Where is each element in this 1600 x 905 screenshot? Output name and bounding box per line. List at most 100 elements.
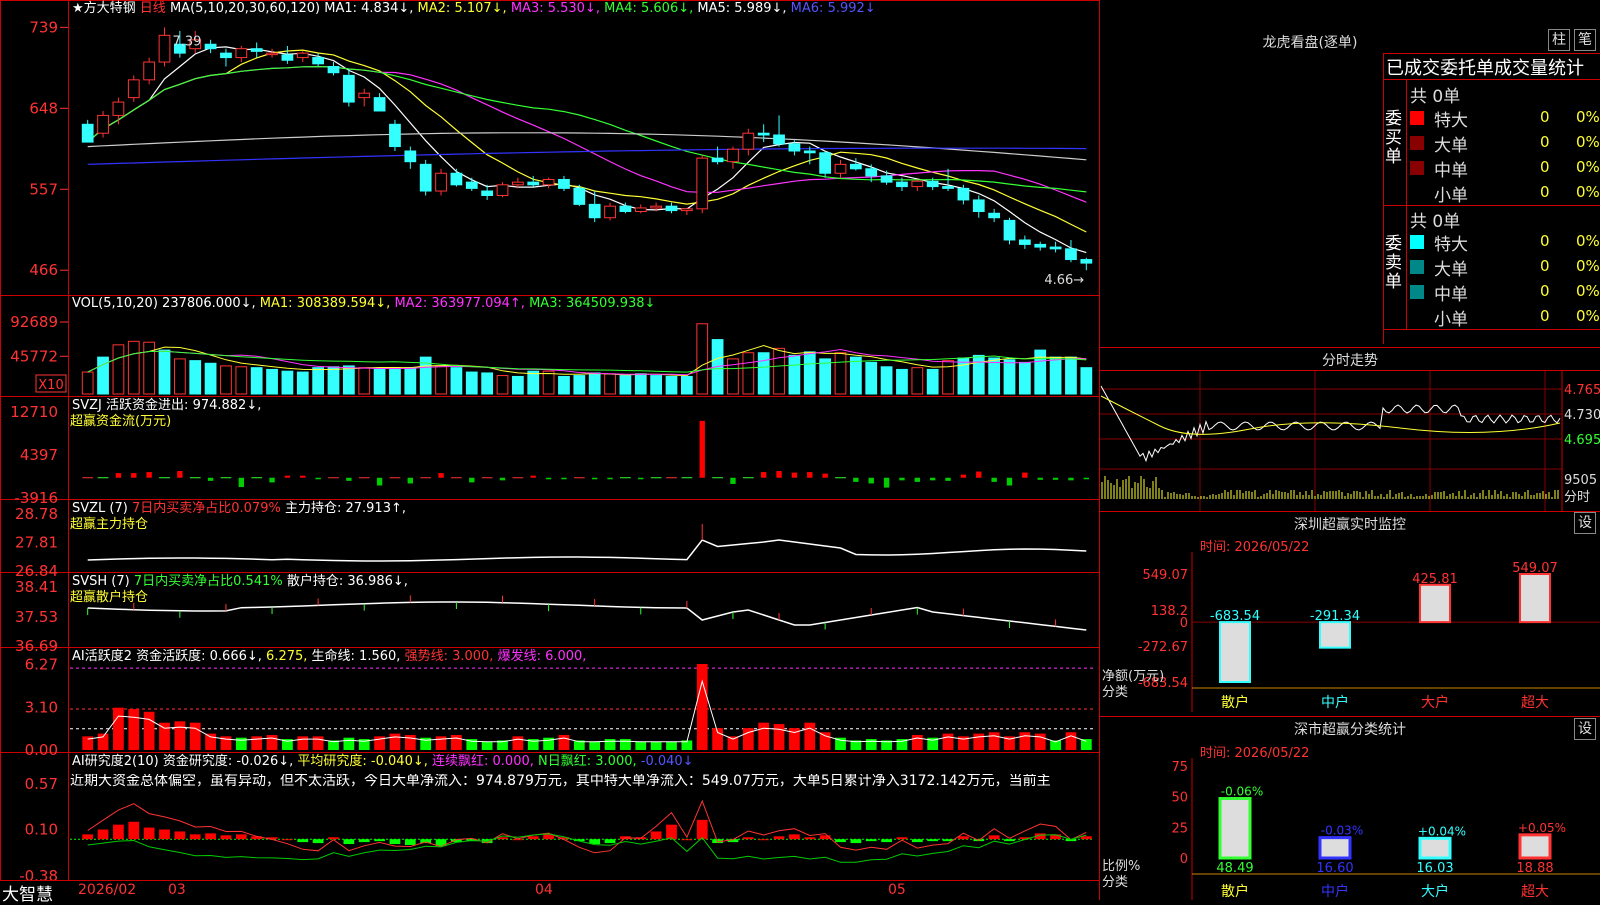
svzl-name: SVZL (7) xyxy=(72,501,128,516)
high-price-label: 7.39 xyxy=(173,34,202,49)
svzj-bar xyxy=(899,478,904,481)
research-bar xyxy=(343,839,354,844)
candle-body xyxy=(466,182,477,188)
research-header: AI研究度2(10) 资金研究度: -0.026↓, 平均研究度: -0.040… xyxy=(72,754,694,769)
svsh-name: SVSH (7) xyxy=(72,574,130,589)
svzj-bar xyxy=(438,473,443,478)
volume-bar xyxy=(359,368,370,394)
svzl-value: 主力持仓: 27.913↑, xyxy=(285,501,406,516)
sell-row-count: 0 xyxy=(1540,232,1550,250)
vol-axis-label: 45772 xyxy=(10,347,58,365)
volume-bar xyxy=(159,350,170,394)
research-bar xyxy=(174,831,185,839)
retail-position-line xyxy=(88,602,1087,630)
buy-row-label: 特大 xyxy=(1434,106,1468,131)
monitor-bar xyxy=(1420,585,1450,622)
svzl-header: SVZL (7) 7日内买卖净占比0.079% 主力持仓: 27.913↑, xyxy=(72,501,406,516)
sell-color-swatch xyxy=(1410,260,1424,274)
vol-value: 237806.000↓, xyxy=(162,296,256,311)
svzj-bar xyxy=(792,473,797,478)
activity-bar xyxy=(390,734,401,750)
buy-row-count: 0 xyxy=(1540,183,1550,201)
candle-body xyxy=(282,55,293,60)
stats-unit-label: 比例% xyxy=(1102,859,1140,874)
svzj-bar xyxy=(730,478,735,484)
stock-title[interactable]: ★方大特钢 xyxy=(72,1,136,16)
research-comment: 近期大资金总体偏空，虽有异动，但不太活跃，今日大单净流入：974.879万元，其… xyxy=(70,774,1098,789)
minute-unit-label: 分时 xyxy=(1564,490,1590,505)
svzj-bar xyxy=(853,478,858,482)
candle-body xyxy=(497,185,508,196)
svzj-bar xyxy=(116,473,121,478)
svzj-axis-label: 12710 xyxy=(10,403,58,421)
svzj-bar xyxy=(761,472,766,478)
candle-body xyxy=(205,44,216,48)
candle-body xyxy=(436,173,447,191)
activity-bar xyxy=(651,742,662,750)
svzj-bar xyxy=(976,472,981,478)
ai-t2: 6.275, xyxy=(266,649,307,664)
buy-total: 共 0单 xyxy=(1410,82,1460,107)
minute-price-mid: 4.730 xyxy=(1564,408,1600,423)
candle-body xyxy=(973,200,984,212)
ai-t3: 生命线: 1.560, xyxy=(312,649,401,664)
volume-bar xyxy=(328,367,339,394)
sell-row-label: 中单 xyxy=(1434,280,1468,305)
svzj-bar xyxy=(991,478,996,482)
candle-body xyxy=(267,53,278,55)
research-red-line xyxy=(88,801,1087,853)
research-bar xyxy=(405,839,416,845)
research-bar xyxy=(82,834,93,839)
research-bar xyxy=(697,820,708,839)
brand-label: 大智慧 xyxy=(2,880,53,905)
stats-bar xyxy=(1220,799,1250,858)
monitor-bar xyxy=(1320,622,1350,648)
candle-body xyxy=(343,75,354,102)
research-bar xyxy=(927,839,938,841)
sell-color-swatch xyxy=(1410,235,1424,249)
minute-chart[interactable]: 4.765 4.730 4.695 9505 分时 xyxy=(1100,371,1600,511)
activity-bar xyxy=(113,708,124,750)
buy-row-pct: 0% xyxy=(1576,183,1600,201)
activity-bar xyxy=(1019,732,1030,750)
volume-bar xyxy=(205,363,216,394)
svzj-bar xyxy=(1007,478,1012,486)
volume-bar xyxy=(927,369,938,394)
svzj-bar xyxy=(884,478,889,488)
tick-mode-button[interactable]: 笔 xyxy=(1574,29,1596,51)
monitor-chart: 549.07138.20-272.67-683.54-683.54散户-291.… xyxy=(1100,552,1600,712)
candle-body xyxy=(635,208,646,212)
svzj-bar xyxy=(546,478,551,480)
sell-total: 共 0单 xyxy=(1410,207,1460,232)
activity-bar xyxy=(190,723,201,750)
research-bar xyxy=(758,839,769,840)
ai-t5: 爆发线: 6.000, xyxy=(498,649,587,664)
ma6-value: MA6: 5.992↓ xyxy=(791,1,876,16)
sell-row-label: 大单 xyxy=(1434,255,1468,280)
research-bar xyxy=(605,839,616,843)
bar-mode-button[interactable]: 柱 xyxy=(1548,29,1570,51)
stats-axis-label: 25 xyxy=(1171,821,1188,836)
stats-bar xyxy=(1520,835,1550,858)
monitor-settings-button[interactable]: 设 xyxy=(1574,512,1596,534)
candle-body xyxy=(159,35,170,62)
svzl-desc: 7日内买卖净占比0.079% xyxy=(132,501,281,516)
candle-body xyxy=(789,144,800,151)
volume-bar xyxy=(866,362,877,394)
research-bar xyxy=(743,837,754,839)
candle-body xyxy=(574,188,585,204)
dragon-subtitle: 已成交委托单成交量统计 xyxy=(1386,54,1584,80)
svzj-bar xyxy=(961,475,966,478)
svzj-bar xyxy=(177,471,182,478)
svzj-bar xyxy=(592,478,597,480)
research-bar xyxy=(359,839,370,842)
period-label[interactable]: 日线 xyxy=(140,1,166,16)
candle-body xyxy=(850,164,861,168)
svsh-desc: 7日内买卖净占比0.541% xyxy=(134,574,283,589)
activity-bar xyxy=(820,732,831,750)
research-bar xyxy=(681,839,692,840)
buy-color-swatch xyxy=(1410,161,1424,175)
stats-settings-button[interactable]: 设 xyxy=(1574,718,1596,740)
volume-bar xyxy=(190,361,201,394)
ma-label: MA(5,10,20,30,60,120) xyxy=(170,1,320,16)
